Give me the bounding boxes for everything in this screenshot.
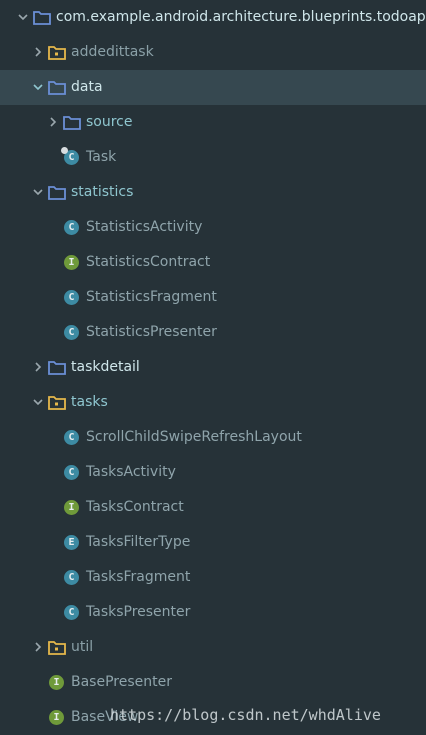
tree-label-taskdetail: taskdetail — [71, 359, 140, 375]
tree-row-statistics[interactable]: statistics — [0, 175, 426, 210]
chevron-right-icon[interactable] — [47, 116, 59, 128]
tree-label-task: Task — [86, 149, 117, 165]
interface-icon: I — [64, 255, 79, 270]
package-folder-icon — [48, 80, 66, 95]
tree-label-root-package: com.example.android.architecture.bluepri… — [56, 9, 426, 25]
chevron-down-icon[interactable] — [32, 396, 44, 408]
tree-label-statistics: statistics — [71, 184, 134, 200]
tree-row-taskdetail[interactable]: taskdetail — [0, 350, 426, 385]
tree-row-tasks-contract[interactable]: I TasksContract — [0, 490, 426, 525]
project-tree: com.example.android.architecture.bluepri… — [0, 0, 426, 735]
interface-icon: I — [49, 710, 64, 725]
class-icon: C — [64, 605, 79, 620]
package-folder-icon — [48, 395, 66, 410]
tree-label-tasks-filter-type: TasksFilterType — [86, 534, 191, 550]
tree-row-tasks-fragment[interactable]: C TasksFragment — [0, 560, 426, 595]
package-folder-icon — [48, 360, 66, 375]
tree-row-util[interactable]: util — [0, 630, 426, 665]
tree-row-tasks[interactable]: tasks — [0, 385, 426, 420]
package-folder-icon — [48, 640, 66, 655]
tree-label-statistics-activity: StatisticsActivity — [86, 219, 203, 235]
chevron-down-icon[interactable] — [32, 186, 44, 198]
tree-row-statistics-fragment[interactable]: C StatisticsFragment — [0, 280, 426, 315]
class-icon: C — [64, 220, 79, 235]
chevron-right-icon[interactable] — [32, 361, 44, 373]
tree-row-statistics-presenter[interactable]: C StatisticsPresenter — [0, 315, 426, 350]
tree-row-tasks-presenter[interactable]: C TasksPresenter — [0, 595, 426, 630]
tree-row-addedittask[interactable]: addedittask — [0, 35, 426, 70]
tree-row-tasks-activity[interactable]: C TasksActivity — [0, 455, 426, 490]
package-folder-icon — [63, 115, 81, 130]
chevron-right-icon[interactable] — [32, 641, 44, 653]
class-badge-letter: C — [68, 152, 75, 163]
tree-label-addedittask: addedittask — [71, 44, 154, 60]
tree-row-statistics-contract[interactable]: I StatisticsContract — [0, 245, 426, 280]
tree-row-base-presenter[interactable]: I BasePresenter — [0, 665, 426, 700]
interface-icon: I — [64, 500, 79, 515]
tree-label-scroll-child: ScrollChildSwipeRefreshLayout — [86, 429, 302, 445]
chevron-down-icon[interactable] — [17, 11, 29, 23]
chevron-right-icon[interactable] — [32, 46, 44, 58]
tree-label-tasks-presenter: TasksPresenter — [86, 604, 191, 620]
watermark-text: https://blog.csdn.net/whdAlive — [110, 706, 381, 724]
class-icon: C — [64, 430, 79, 445]
tree-row-data[interactable]: data — [0, 70, 426, 105]
tree-label-statistics-presenter: StatisticsPresenter — [86, 324, 217, 340]
tree-row-root-package[interactable]: com.example.android.architecture.bluepri… — [0, 0, 426, 35]
tree-row-scroll-child[interactable]: C ScrollChildSwipeRefreshLayout — [0, 420, 426, 455]
tree-row-tasks-filter-type[interactable]: E TasksFilterType — [0, 525, 426, 560]
pin-icon — [61, 147, 68, 154]
enum-icon: E — [64, 535, 79, 550]
class-icon: C — [64, 325, 79, 340]
tree-label-base-presenter: BasePresenter — [71, 674, 172, 690]
tree-label-tasks-fragment: TasksFragment — [86, 569, 191, 585]
class-icon: C — [64, 465, 79, 480]
tree-label-tasks-contract: TasksContract — [86, 499, 184, 515]
package-folder-icon — [48, 185, 66, 200]
chevron-down-icon[interactable] — [32, 81, 44, 93]
package-folder-icon — [33, 10, 51, 25]
tree-label-data: data — [71, 79, 103, 95]
tree-row-task[interactable]: C Task — [0, 140, 426, 175]
tree-label-statistics-fragment: StatisticsFragment — [86, 289, 217, 305]
package-folder-icon — [48, 45, 66, 60]
tree-label-statistics-contract: StatisticsContract — [86, 254, 211, 270]
interface-icon: I — [49, 675, 64, 690]
tree-label-tasks-activity: TasksActivity — [86, 464, 176, 480]
class-icon: C — [64, 570, 79, 585]
tree-label-source: source — [86, 114, 133, 130]
tree-row-source[interactable]: source — [0, 105, 426, 140]
tree-label-tasks: tasks — [71, 394, 108, 410]
class-icon: C — [64, 290, 79, 305]
tree-row-statistics-activity[interactable]: C StatisticsActivity — [0, 210, 426, 245]
tree-label-util: util — [71, 639, 94, 655]
class-icon: C — [61, 147, 79, 165]
